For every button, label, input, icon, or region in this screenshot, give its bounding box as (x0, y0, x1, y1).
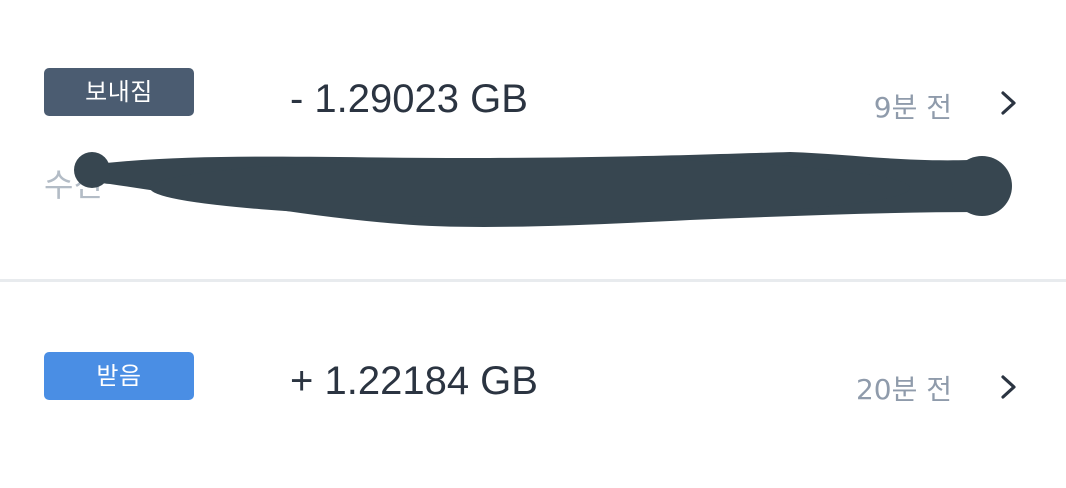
status-badge-sent: 보내짐 (44, 68, 194, 116)
redaction-scribble (74, 152, 1012, 227)
chevron-right-icon[interactable] (998, 372, 1020, 402)
chevron-right-icon[interactable] (998, 88, 1020, 118)
transaction-time: 20분 전 (855, 373, 952, 406)
transaction-row-received[interactable]: 받음 + 1.22184 GB 20분 전 (0, 282, 1066, 488)
transaction-amount: - 1.29023 GB (290, 77, 528, 121)
transaction-row-sent[interactable]: 보내짐 - 1.29023 GB 9분 전 수신 (0, 0, 1066, 280)
transaction-time: 9분 전 (873, 91, 952, 124)
status-badge-received: 받음 (44, 352, 194, 400)
transaction-amount: + 1.22184 GB (290, 359, 538, 403)
